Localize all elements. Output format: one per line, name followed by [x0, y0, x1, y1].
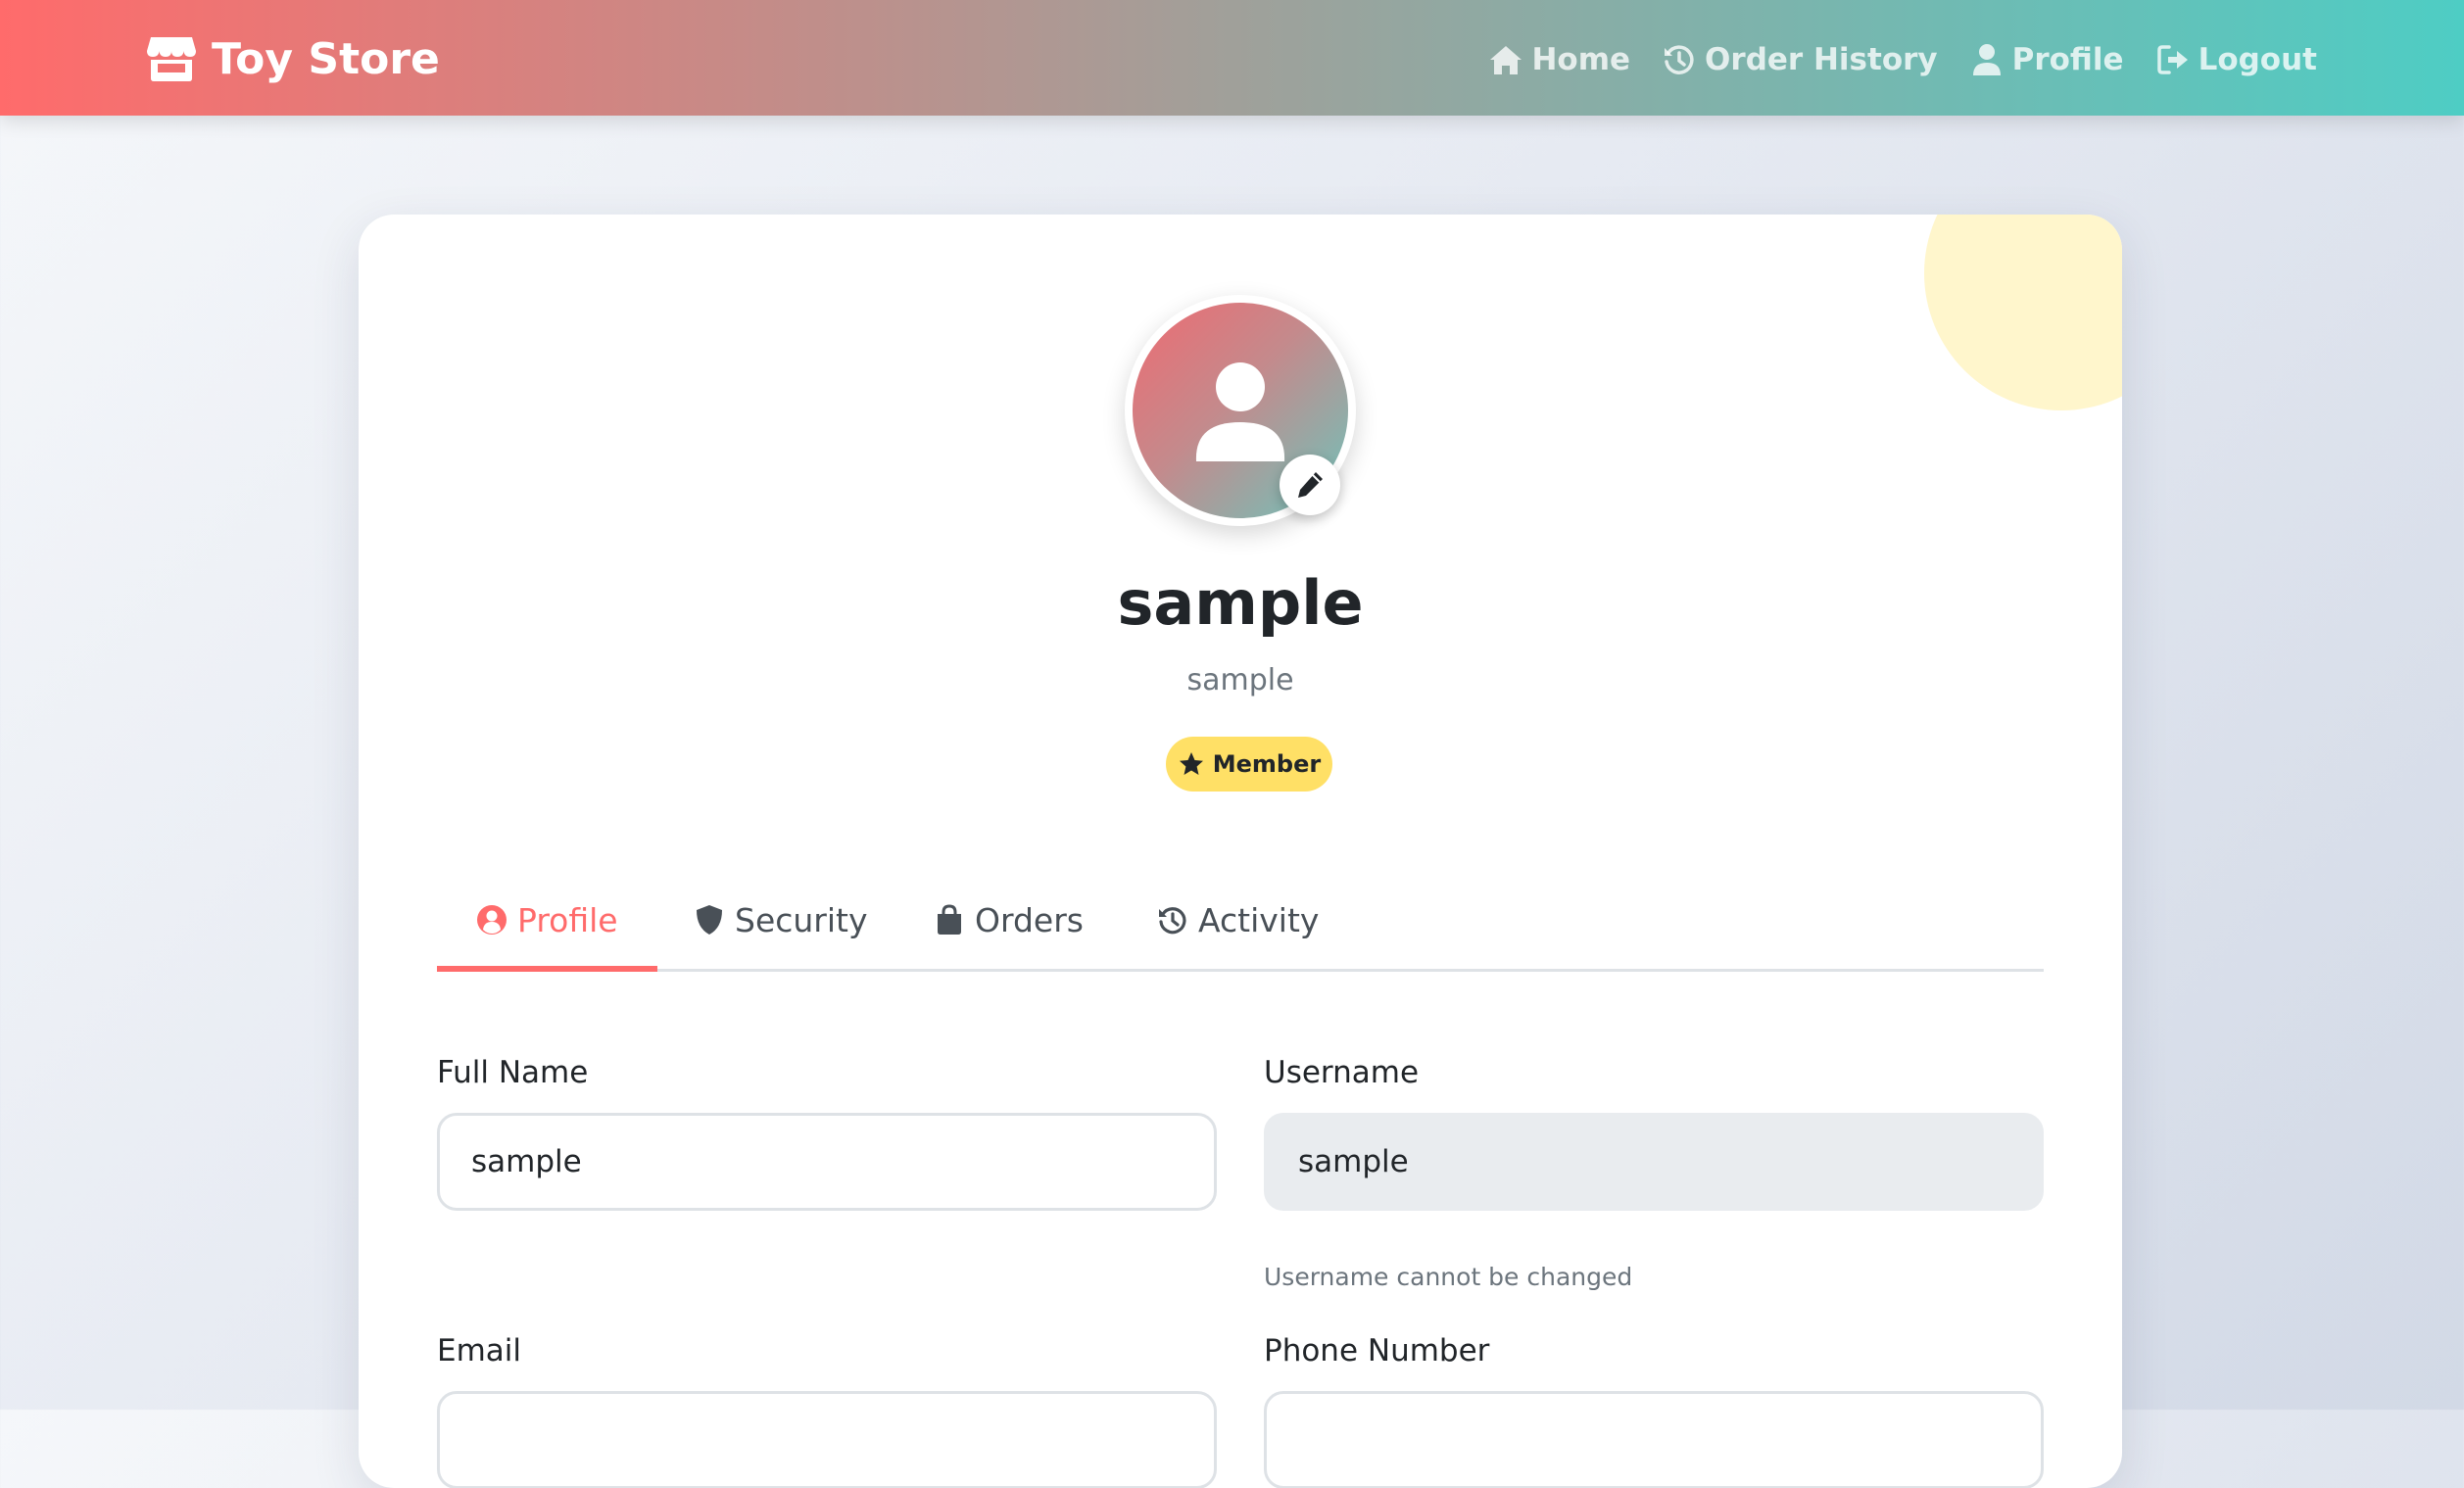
tab-profile[interactable]: Profile — [437, 871, 657, 972]
tab-orders-label: Orders — [975, 900, 1084, 939]
nav-logout[interactable]: Logout — [2155, 42, 2317, 77]
nav-profile[interactable]: Profile — [1969, 42, 2124, 77]
nav-order-history-label: Order History — [1705, 42, 1938, 77]
phone-input[interactable] — [1264, 1391, 2044, 1488]
brand-link[interactable]: Toy Store — [147, 29, 440, 88]
tab-activity-label: Activity — [1198, 900, 1320, 939]
history-icon — [1159, 907, 1186, 935]
decorative-circle — [1924, 215, 2122, 410]
member-badge: Member — [1166, 737, 1332, 792]
nav-home-label: Home — [1531, 42, 1631, 77]
profile-name: sample — [1117, 567, 1364, 639]
star-icon — [1179, 752, 1203, 775]
nav-logout-label: Logout — [2198, 42, 2317, 77]
full-name-input[interactable] — [437, 1113, 1217, 1211]
nav-links: Home Order History Profile Logout — [1488, 35, 2317, 84]
user-circle-icon — [477, 905, 507, 935]
user-icon — [1972, 44, 2001, 75]
user-icon — [1195, 362, 1285, 461]
brand-name: Toy Store — [212, 33, 440, 84]
tab-security-label: Security — [735, 900, 868, 939]
pencil-icon — [1298, 472, 1323, 498]
home-icon — [1490, 46, 1522, 74]
history-icon — [1665, 45, 1694, 74]
email-input[interactable] — [437, 1391, 1217, 1488]
profile-tabs: Profile Security Orders Activity — [437, 871, 2044, 972]
tab-security[interactable]: Security — [694, 871, 868, 969]
email-label: Email — [437, 1333, 522, 1368]
username-input[interactable] — [1264, 1113, 2044, 1211]
logout-icon — [2156, 45, 2188, 74]
username-hint: Username cannot be changed — [1264, 1263, 1633, 1291]
tab-profile-label: Profile — [517, 900, 618, 939]
tab-activity[interactable]: Activity — [1157, 871, 1319, 969]
phone-label: Phone Number — [1264, 1333, 1490, 1368]
full-name-label: Full Name — [437, 1055, 589, 1090]
profile-username: sample — [1186, 663, 1294, 697]
shield-icon — [697, 905, 722, 935]
navbar: Toy Store Home Order History Profile Log… — [0, 0, 2464, 116]
nav-home[interactable]: Home — [1488, 42, 1630, 77]
nav-profile-label: Profile — [2011, 42, 2124, 77]
profile-card: sample sample Member Profile Security Or… — [359, 215, 2122, 1488]
shopping-bag-icon — [938, 904, 961, 935]
tab-orders[interactable]: Orders — [934, 871, 1084, 969]
username-label: Username — [1264, 1055, 1420, 1090]
store-icon — [147, 37, 196, 81]
member-badge-label: Member — [1212, 750, 1322, 778]
edit-avatar-button[interactable] — [1280, 455, 1340, 515]
nav-order-history[interactable]: Order History — [1662, 42, 1938, 77]
